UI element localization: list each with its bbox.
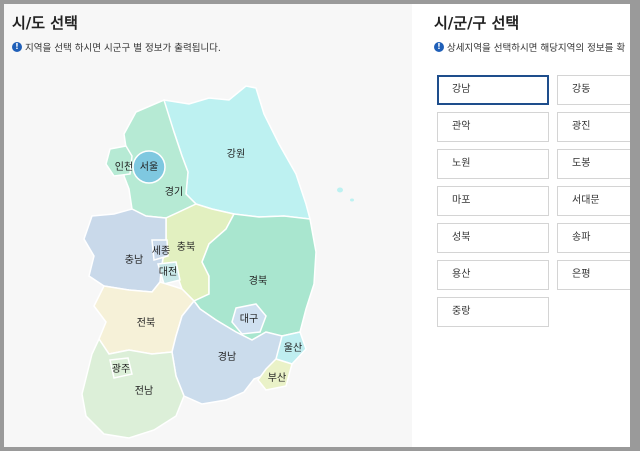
district-button[interactable]: 도봉 — [557, 149, 630, 179]
island-shape — [350, 198, 354, 202]
island-shape — [337, 187, 343, 193]
district-button[interactable]: 강동 — [557, 75, 630, 105]
region-label-gyeonggi: 경기 — [165, 185, 183, 198]
district-button[interactable]: 강남 — [437, 75, 549, 105]
region-label-gwangju: 광주 — [112, 363, 130, 375]
region-label-gangwon: 강원 — [227, 148, 245, 160]
region-label-daejeon: 대전 — [159, 266, 177, 278]
region-label-chungbuk: 충북 — [177, 241, 195, 253]
region-seoul[interactable]: 서울 — [132, 150, 166, 184]
region-incheon[interactable]: 인천 — [105, 145, 133, 177]
district-button[interactable]: 은평 — [557, 260, 630, 290]
district-button[interactable]: 마포 — [437, 186, 549, 216]
region-label-chungnam: 충남 — [125, 254, 143, 266]
district-panel-title: 시/군/구 선택 — [434, 14, 520, 32]
region-label-seoul: 서울 — [140, 161, 158, 173]
region-label-sejong: 세종 — [152, 245, 170, 257]
region-label-gyeongbuk: 경북 — [249, 274, 267, 287]
district-button[interactable]: 노원 — [437, 149, 549, 179]
district-button[interactable]: 관악 — [437, 112, 549, 142]
district-button[interactable]: 광진 — [557, 112, 630, 142]
province-panel: 시/도 선택 ! 지역을 선택 하시면 시군구 별 정보가 출력됩니다. 강원 … — [4, 4, 412, 447]
district-button[interactable]: 성북 — [437, 223, 549, 253]
district-info-text: 상세지역을 선택하시면 해당지역의 정보를 확 — [447, 43, 626, 54]
region-gwangju[interactable]: 광주 — [109, 357, 133, 379]
region-daejeon[interactable]: 대전 — [157, 261, 181, 285]
region-label-gyeongnam: 경남 — [218, 350, 236, 363]
region-jeonnam[interactable]: 전남 — [81, 337, 185, 439]
app-frame: 시/도 선택 ! 지역을 선택 하시면 시군구 별 정보가 출력됩니다. 강원 … — [4, 4, 630, 447]
region-label-ulsan: 울산 — [284, 342, 302, 354]
region-label-daegu: 대구 — [240, 313, 258, 325]
korea-map: 강원 경기 인천 서울 충북 충남 세종 대전 경북 대구 전북 경남 울산 부… — [81, 85, 354, 439]
info-icon: ! — [434, 42, 444, 52]
district-panel: 시/군/구 선택 ! 상세지역을 선택하시면 해당지역의 정보를 확 강남 강동관… — [412, 4, 630, 447]
region-label-jeonnam: 전남 — [135, 385, 153, 397]
district-button[interactable]: 서대문 — [557, 186, 630, 216]
district-button[interactable]: 용산 — [437, 260, 549, 290]
district-info: ! 상세지역을 선택하시면 해당지역의 정보를 확 — [434, 40, 625, 54]
district-button[interactable]: 송파 — [557, 223, 630, 253]
district-button[interactable]: 중랑 — [437, 297, 549, 327]
region-label-jeonbuk: 전북 — [137, 317, 155, 329]
region-label-busan: 부산 — [268, 372, 286, 384]
region-label-incheon: 인천 — [115, 161, 133, 173]
